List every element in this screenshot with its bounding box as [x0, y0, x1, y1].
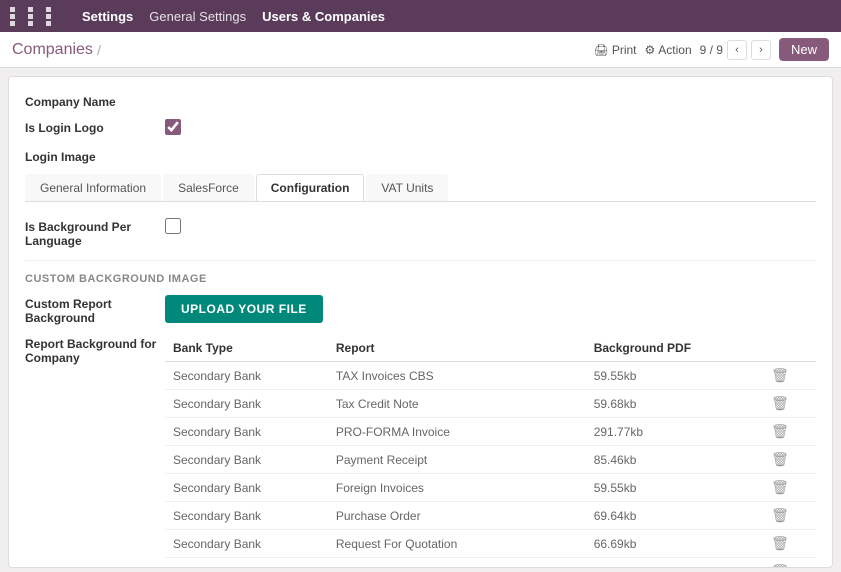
custom-report-bg-field: Custom Report Background UPLOAD YOUR FIL…: [25, 295, 816, 325]
cell-bg-pdf: 59.68kb: [586, 390, 763, 418]
is-login-logo-label: Is Login Logo: [25, 119, 165, 135]
breadcrumb: Companies /: [12, 41, 101, 59]
action-button[interactable]: ⚙ Action: [645, 43, 692, 57]
delete-icon[interactable]: 🗑: [771, 479, 789, 495]
cell-bank-type: Secondary Bank: [165, 530, 328, 558]
cell-bank-type: Secondary Bank: [165, 418, 328, 446]
prev-page-button[interactable]: ‹: [727, 40, 747, 60]
nav-users-companies[interactable]: Users & Companies: [262, 9, 385, 24]
app-title: Settings: [82, 9, 133, 24]
next-page-button[interactable]: ›: [751, 40, 771, 60]
table-row: Secondary Bank Purchase Order 69.64kb 🗑: [165, 502, 816, 530]
cell-delete: 🗑: [763, 446, 816, 474]
bg-per-lang-label: Is Background Per Language: [25, 218, 165, 248]
delete-icon[interactable]: 🗑: [771, 563, 789, 568]
cell-delete: 🗑: [763, 558, 816, 569]
col-report: Report: [328, 335, 586, 362]
tab-bar: General Information SalesForce Configura…: [25, 174, 816, 202]
is-login-logo-field: Is Login Logo: [25, 119, 816, 138]
cell-bg-pdf: 59.55kb: [586, 474, 763, 502]
app-grid-icon[interactable]: [10, 7, 62, 26]
report-bg-field: Report Background for Company Bank Type …: [25, 335, 816, 568]
nav-general-settings[interactable]: General Settings: [149, 9, 246, 24]
cell-report: TAX Invoices CBS: [328, 362, 586, 390]
table-row: Secondary Bank Tax Credit Note 59.68kb 🗑: [165, 390, 816, 418]
section-divider: [25, 260, 816, 261]
top-nav: Settings General Settings Users & Compan…: [0, 0, 841, 32]
cell-delete: 🗑: [763, 362, 816, 390]
delete-icon[interactable]: 🗑: [771, 451, 789, 467]
new-button[interactable]: New: [779, 38, 829, 61]
cell-bank-type: Secondary Bank: [165, 474, 328, 502]
print-button[interactable]: 🖨 Print: [594, 43, 637, 57]
report-bg-label: Report Background for Company: [25, 335, 165, 365]
nav-links: General Settings Users & Companies: [149, 9, 385, 24]
table-row: Secondary Bank Pro-Forma Foreign Invoice…: [165, 558, 816, 569]
report-bg-table: Bank Type Report Background PDF Secondar…: [165, 335, 816, 568]
cell-delete: 🗑: [763, 474, 816, 502]
cell-bank-type: Secondary Bank: [165, 558, 328, 569]
breadcrumb-bar: Companies / 🖨 Print ⚙ Action 9 / 9 ‹ › N…: [0, 32, 841, 68]
cell-bank-type: Secondary Bank: [165, 502, 328, 530]
tab-vat-units[interactable]: VAT Units: [366, 174, 448, 201]
table-row: Secondary Bank TAX Invoices CBS 59.55kb …: [165, 362, 816, 390]
table-header-row: Bank Type Report Background PDF: [165, 335, 816, 362]
table-row: Secondary Bank Payment Receipt 85.46kb 🗑: [165, 446, 816, 474]
cell-delete: 🗑: [763, 502, 816, 530]
cell-bank-type: Secondary Bank: [165, 362, 328, 390]
table-row: Secondary Bank Foreign Invoices 59.55kb …: [165, 474, 816, 502]
delete-icon[interactable]: 🗑: [771, 423, 789, 439]
col-actions: [763, 335, 816, 362]
cell-bg-pdf: 97.13kb: [586, 558, 763, 569]
cell-bg-pdf: 291.77kb: [586, 418, 763, 446]
upload-file-button[interactable]: UPLOAD YOUR FILE: [165, 295, 323, 323]
pagination: 9 / 9 ‹ ›: [700, 40, 771, 60]
cell-bank-type: Secondary Bank: [165, 446, 328, 474]
tab-salesforce[interactable]: SalesForce: [163, 174, 254, 201]
breadcrumb-current[interactable]: Companies: [12, 41, 93, 59]
delete-icon[interactable]: 🗑: [771, 367, 789, 383]
bg-per-lang-checkbox[interactable]: [165, 218, 181, 234]
cell-report: PRO-FORMA Invoice: [328, 418, 586, 446]
cell-report: Payment Receipt: [328, 446, 586, 474]
cell-report: Purchase Order: [328, 502, 586, 530]
cell-bank-type: Secondary Bank: [165, 390, 328, 418]
col-bg-pdf: Background PDF: [586, 335, 763, 362]
company-name-label: Company Name: [25, 93, 165, 109]
delete-icon[interactable]: 🗑: [771, 395, 789, 411]
tab-general-information[interactable]: General Information: [25, 174, 161, 201]
cell-report: Tax Credit Note: [328, 390, 586, 418]
table-row: Secondary Bank PRO-FORMA Invoice 291.77k…: [165, 418, 816, 446]
cell-delete: 🗑: [763, 418, 816, 446]
login-image-field: Login Image: [25, 148, 816, 164]
cell-report: Request For Quotation: [328, 530, 586, 558]
toolbar: 🖨 Print ⚙ Action 9 / 9 ‹ › New: [594, 38, 829, 61]
cell-delete: 🗑: [763, 390, 816, 418]
tab-configuration[interactable]: Configuration: [256, 174, 365, 201]
bg-per-lang-field: Is Background Per Language: [25, 218, 816, 248]
cell-delete: 🗑: [763, 530, 816, 558]
cell-report: Pro-Forma Foreign Invoices: [328, 558, 586, 569]
breadcrumb-separator: /: [97, 42, 101, 58]
company-name-field: Company Name: [25, 93, 816, 109]
cell-bg-pdf: 85.46kb: [586, 446, 763, 474]
main-content: Company Name Is Login Logo Login Image G…: [8, 76, 833, 568]
login-image-label: Login Image: [25, 148, 165, 164]
print-icon: 🖨: [594, 43, 609, 57]
cell-report: Foreign Invoices: [328, 474, 586, 502]
table-row: Secondary Bank Request For Quotation 66.…: [165, 530, 816, 558]
cell-bg-pdf: 59.55kb: [586, 362, 763, 390]
cell-bg-pdf: 69.64kb: [586, 502, 763, 530]
is-login-logo-checkbox[interactable]: [165, 119, 181, 135]
delete-icon[interactable]: 🗑: [771, 507, 789, 523]
custom-bg-heading: CUSTOM BACKGROUND IMAGE: [25, 273, 816, 285]
cell-bg-pdf: 66.69kb: [586, 530, 763, 558]
col-bank-type: Bank Type: [165, 335, 328, 362]
custom-report-bg-label: Custom Report Background: [25, 295, 165, 325]
gear-icon: ⚙: [645, 43, 656, 57]
delete-icon[interactable]: 🗑: [771, 535, 789, 551]
